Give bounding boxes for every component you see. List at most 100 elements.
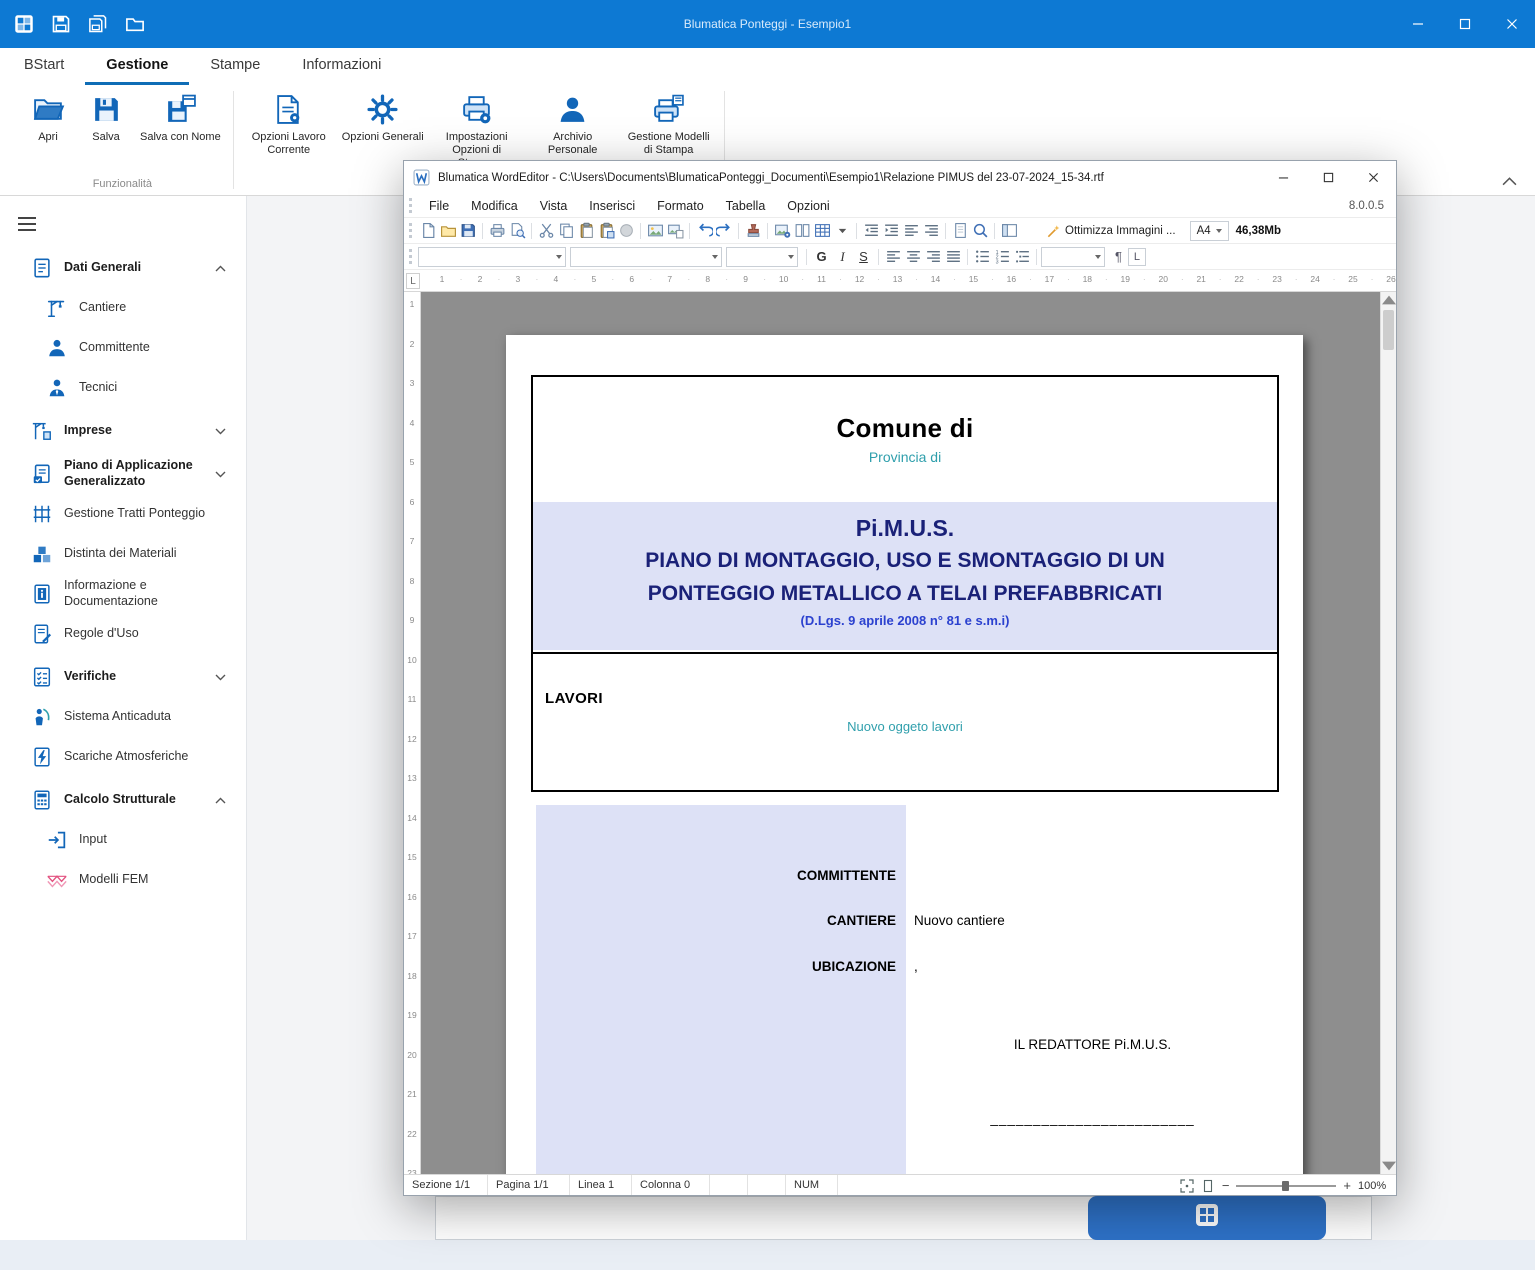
menu-tabella[interactable]: Tabella: [715, 199, 777, 213]
maximize-button[interactable]: [1441, 0, 1488, 48]
scroll-up-icon[interactable]: [1382, 293, 1396, 307]
page-preview-icon[interactable]: [952, 222, 969, 239]
image-options-icon[interactable]: [774, 222, 791, 239]
editor-maximize-button[interactable]: [1306, 161, 1351, 194]
vertical-ruler[interactable]: 1234567891011121314151617181920212223: [404, 292, 421, 1174]
indent-decrease-icon[interactable]: [863, 222, 880, 239]
line-left-icon[interactable]: [903, 222, 920, 239]
zoom-icon[interactable]: [972, 222, 989, 239]
list-bullets-icon[interactable]: [974, 248, 991, 265]
stamp-icon[interactable]: [745, 222, 762, 239]
editor-close-button[interactable]: [1351, 161, 1396, 194]
sidebar-item-tecnici[interactable]: Tecnici: [0, 368, 246, 408]
print-preview-icon[interactable]: [509, 222, 526, 239]
new-document-icon[interactable]: [420, 222, 437, 239]
page-format-dropdown[interactable]: A4: [1190, 221, 1229, 241]
tab-stop-icon[interactable]: L: [1128, 248, 1146, 266]
sidebar-item-dati-generali[interactable]: Dati Generali: [0, 248, 246, 288]
list-multilevel-icon[interactable]: [1014, 248, 1031, 265]
tab-gestione[interactable]: Gestione: [85, 48, 189, 85]
menu-formato[interactable]: Formato: [646, 199, 715, 213]
tab-bstart[interactable]: BStart: [24, 48, 85, 85]
align-center-icon[interactable]: [905, 248, 922, 265]
font-style-dropdown[interactable]: [570, 247, 722, 267]
scrollbar-thumb[interactable]: [1383, 310, 1394, 350]
sidebar-item-sistema-anticaduta[interactable]: Sistema Anticaduta: [0, 697, 246, 737]
save-white-icon[interactable]: [51, 14, 71, 34]
align-justify-icon[interactable]: [945, 248, 962, 265]
menu-vista[interactable]: Vista: [529, 199, 579, 213]
open-icon[interactable]: [440, 222, 457, 239]
minimize-button[interactable]: [1394, 0, 1441, 48]
sidebar-item-committente[interactable]: Committente: [0, 328, 246, 368]
menu-file[interactable]: File: [418, 199, 460, 213]
document-canvas[interactable]: Comune di Provincia di Pi.M.U.S. PIANO D…: [421, 292, 1380, 1174]
side-panel-icon[interactable]: [1001, 222, 1018, 239]
align-right-icon[interactable]: [925, 248, 942, 265]
copy-icon[interactable]: [558, 222, 575, 239]
folder-white-icon[interactable]: [125, 14, 145, 34]
background-blue-button[interactable]: [1088, 1196, 1326, 1240]
fit-page-icon[interactable]: [1180, 1179, 1194, 1193]
editor-scrollbar[interactable]: [1380, 292, 1396, 1174]
insert-table-icon[interactable]: [814, 222, 831, 239]
sidebar-item-input[interactable]: Input: [0, 820, 246, 860]
tab-informazioni[interactable]: Informazioni: [281, 48, 402, 85]
sidebar-item-scariche-atmosferiche[interactable]: Scariche Atmosferiche: [0, 737, 246, 777]
indent-increase-icon[interactable]: [883, 222, 900, 239]
zoom-in-button[interactable]: +: [1343, 1179, 1351, 1192]
italic-button[interactable]: I: [832, 247, 853, 267]
paste-image-icon[interactable]: [667, 222, 684, 239]
ribbon-button-impostazioni-opzioni-di-stampa[interactable]: Impostazioni Opzioni di Stampa: [434, 93, 520, 171]
fit-width-icon[interactable]: [1201, 1179, 1215, 1193]
ribbon-button-gestione-modelli-di-stampa[interactable]: Gestione Modelli di Stampa: [626, 93, 712, 157]
horizontal-ruler[interactable]: L 1·2·3·4·5·6·7·8·9·10·11·12·13·14·15·16…: [404, 270, 1396, 292]
paste-icon[interactable]: [578, 222, 595, 239]
font-family-dropdown[interactable]: [418, 247, 566, 267]
toolbar-drag-handle[interactable]: [409, 198, 412, 213]
pilcrow-icon[interactable]: ¶: [1115, 249, 1122, 264]
menu-inserisci[interactable]: Inserisci: [578, 199, 646, 213]
wordeditor-titlebar[interactable]: Blumatica WordEditor - C:\Users\Document…: [404, 161, 1396, 194]
style-dropdown[interactable]: [1041, 247, 1105, 267]
menu-opzioni[interactable]: Opzioni: [776, 199, 840, 213]
toolbar-drag-handle[interactable]: [409, 223, 412, 238]
scroll-down-icon[interactable]: [1382, 1159, 1396, 1173]
font-size-dropdown[interactable]: [726, 247, 798, 267]
columns-icon[interactable]: [794, 222, 811, 239]
save-icon[interactable]: [460, 222, 477, 239]
insert-image-icon[interactable]: [647, 222, 664, 239]
sidebar-item-calcolo-strutturale[interactable]: Calcolo Strutturale: [0, 780, 246, 820]
align-left-icon[interactable]: [885, 248, 902, 265]
sidebar-item-imprese[interactable]: Imprese: [0, 411, 246, 451]
undo-icon[interactable]: [696, 222, 713, 239]
save-copy-white-icon[interactable]: [88, 14, 108, 34]
zoom-out-button[interactable]: −: [1222, 1179, 1230, 1192]
menu-modifica[interactable]: Modifica: [460, 199, 529, 213]
sidebar-item-gestione-tratti-ponteggio[interactable]: Gestione Tratti Ponteggio: [0, 494, 246, 534]
close-button[interactable]: [1488, 0, 1535, 48]
ribbon-button-archivio-personale[interactable]: Archivio Personale: [530, 93, 616, 157]
ribbon-button-opzioni-lavoro-corrente[interactable]: Opzioni Lavoro Corrente: [246, 93, 332, 157]
ribbon-button-salva[interactable]: Salva: [82, 93, 130, 144]
caret-down-icon[interactable]: [834, 222, 851, 239]
cut-icon[interactable]: [538, 222, 555, 239]
tab-selector[interactable]: L: [406, 273, 420, 289]
format-painter-icon[interactable]: [618, 222, 635, 239]
sidebar-item-cantiere[interactable]: Cantiere: [0, 288, 246, 328]
print-icon[interactable]: [489, 222, 506, 239]
line-right-icon[interactable]: [923, 222, 940, 239]
sidebar-item-distinta-dei-materiali[interactable]: Distinta dei Materiali: [0, 534, 246, 574]
editor-minimize-button[interactable]: [1261, 161, 1306, 194]
zoom-slider-thumb[interactable]: [1282, 1181, 1289, 1191]
optimize-images-button[interactable]: Ottimizza Immagini ...: [1046, 224, 1176, 239]
bold-button[interactable]: G: [811, 247, 832, 267]
sidebar-item-modelli-fem[interactable]: Modelli FEM: [0, 860, 246, 900]
ribbon-button-opzioni-generali[interactable]: Opzioni Generali: [342, 93, 424, 144]
sidebar-item-piano-di-applicazione-generalizzato[interactable]: Piano di Applicazione Generalizzato: [0, 454, 246, 494]
ribbon-button-apri[interactable]: Apri: [24, 93, 72, 144]
toolbar-drag-handle[interactable]: [409, 249, 412, 264]
ribbon-collapse-button[interactable]: [1502, 177, 1517, 186]
zoom-slider[interactable]: [1236, 1179, 1336, 1193]
document-page[interactable]: Comune di Provincia di Pi.M.U.S. PIANO D…: [506, 335, 1303, 1174]
